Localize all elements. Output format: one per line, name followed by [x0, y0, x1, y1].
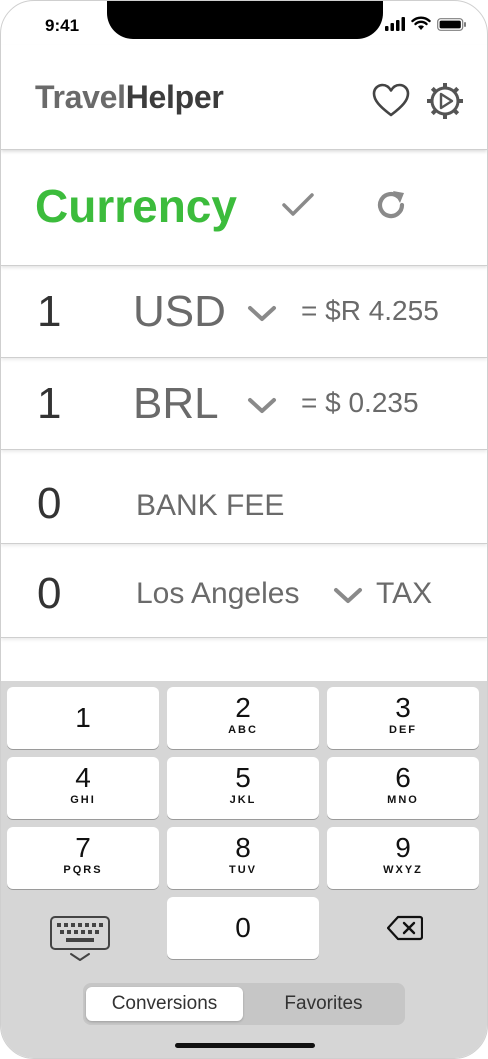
key-2[interactable]: 2 ABC: [167, 687, 319, 749]
key-letters: DEF: [389, 724, 417, 736]
logo-bold-text: Helper: [125, 79, 224, 115]
home-indicator[interactable]: [175, 1043, 315, 1048]
key-letters: TUV: [229, 864, 257, 876]
key-6[interactable]: 6 MNO: [327, 757, 479, 819]
currency-select[interactable]: BRL: [133, 379, 219, 429]
conversion-row-brl: 1 BRL = $ 0.235: [1, 359, 487, 450]
key-5[interactable]: 5 JKL: [167, 757, 319, 819]
key-digit: 0: [235, 912, 251, 943]
refresh-icon[interactable]: [373, 187, 409, 223]
chevron-down-icon[interactable]: [247, 305, 277, 323]
bank-fee-row: 0 BANK FEE: [1, 451, 487, 544]
key-digit: 8: [235, 832, 251, 863]
key-8[interactable]: 8 TUV: [167, 827, 319, 889]
signal-icon: [385, 17, 405, 31]
key-digit: 4: [75, 762, 91, 793]
conversion-rate: = $ 0.235: [301, 387, 419, 418]
tab-favorites[interactable]: Favorites: [245, 987, 402, 1021]
gear-icon[interactable]: [425, 81, 465, 121]
bank-fee-label: BANK FEE: [136, 489, 285, 522]
conversion-rate: = $R 4.255: [301, 295, 439, 326]
battery-icon: [437, 18, 466, 31]
key-3[interactable]: 3 DEF: [327, 687, 479, 749]
tax-row: 0 Los Angeles TAX: [1, 545, 487, 638]
check-icon[interactable]: [281, 191, 315, 219]
wifi-icon: [411, 16, 431, 30]
amount-input[interactable]: 1: [37, 379, 61, 429]
key-0[interactable]: 0: [167, 897, 319, 959]
tax-label: TAX: [376, 577, 433, 610]
tax-location-select[interactable]: Los Angeles: [136, 577, 299, 611]
notch: [107, 1, 383, 39]
bank-fee-input[interactable]: 0: [37, 479, 61, 529]
backspace-icon[interactable]: [387, 915, 423, 941]
heart-icon[interactable]: [371, 81, 411, 121]
key-9[interactable]: 9 WXYZ: [327, 827, 479, 889]
amount-input[interactable]: 1: [37, 287, 61, 337]
section-title: Currency: [35, 180, 237, 232]
status-bar: 9:41: [1, 1, 487, 45]
tab-conversions[interactable]: Conversions: [86, 987, 243, 1021]
key-digit: 3: [395, 692, 411, 723]
logo-light-text: Travel: [35, 79, 126, 115]
key-letters: ABC: [228, 724, 258, 736]
tax-input[interactable]: 0: [37, 569, 61, 619]
key-digit: 5: [235, 762, 251, 793]
chevron-down-icon[interactable]: [247, 397, 277, 415]
key-7[interactable]: 7 PQRS: [7, 827, 159, 889]
tab-bar: Conversions Favorites: [83, 983, 405, 1025]
key-digit: 6: [395, 762, 411, 793]
currency-section: Currency: [1, 151, 487, 266]
currency-select[interactable]: USD: [133, 287, 226, 337]
key-letters: GHI: [70, 794, 96, 806]
key-digit: 9: [395, 832, 411, 863]
key-letters: MNO: [387, 794, 419, 806]
key-digit: 1: [75, 702, 91, 733]
chevron-down-icon[interactable]: [333, 587, 363, 605]
key-digit: 2: [235, 692, 251, 723]
numeric-keypad: 1 2 ABC 3 DEF 4 GHI 5 JKL 6 MNO 7 PQRS 8 TUV 9W…: [1, 681, 487, 1058]
key-1[interactable]: 1: [7, 687, 159, 749]
phone-screen: 9:41 TravelHelper Currency 1 USD = $R 4.…: [0, 0, 488, 1059]
key-4[interactable]: 4 GHI: [7, 757, 159, 819]
status-time: 9:41: [45, 16, 80, 35]
app-header: TravelHelper: [1, 45, 487, 150]
conversion-row-usd: 1 USD = $R 4.255: [1, 267, 487, 358]
key-letters: JKL: [229, 794, 257, 806]
key-letters: PQRS: [63, 864, 103, 876]
app-logo: TravelHelper: [35, 79, 224, 116]
keyboard-icon[interactable]: [49, 915, 111, 963]
key-digit: 7: [75, 832, 91, 863]
key-letters: WXYZ: [383, 864, 423, 876]
